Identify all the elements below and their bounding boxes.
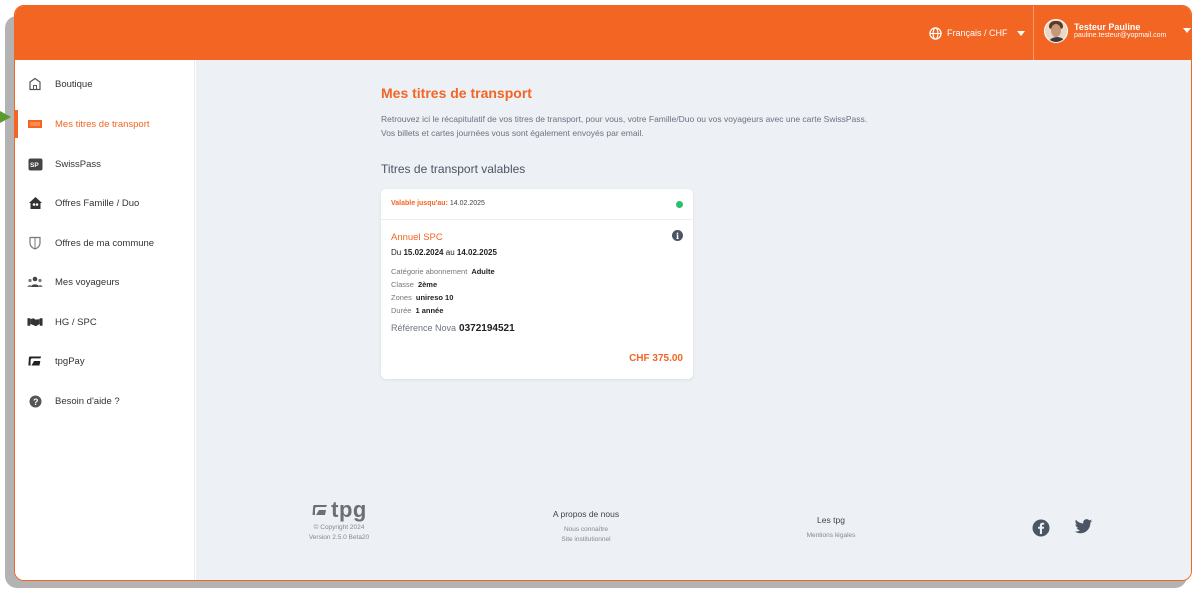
top-header: Français / CHF Testeur Pauline pauline.t… xyxy=(15,6,1191,60)
sidebar: Boutique Mes titres de transport SP Swis… xyxy=(15,60,195,580)
attribute-zones: Zones unireso 10 xyxy=(391,293,454,302)
footer-about: A propos de nous Nous connaître Site ins… xyxy=(526,509,646,545)
shop-icon xyxy=(27,76,43,92)
tpg-logo: tpg xyxy=(304,497,374,523)
status-indicator xyxy=(676,201,683,208)
main-content: Mes titres de transport Retrouvez ici le… xyxy=(196,60,1191,580)
section-title: Titres de transport valables xyxy=(381,162,526,176)
reference: Référence Nova 0372194521 xyxy=(391,323,515,334)
date-to: 14.02.2025 xyxy=(456,248,497,257)
sidebar-item-label: Boutique xyxy=(55,78,93,90)
family-icon xyxy=(27,195,43,211)
card-header: Valable jusqu'au: 14.02.2025 xyxy=(381,189,693,220)
help-icon: ? xyxy=(27,393,43,409)
facebook-icon[interactable] xyxy=(1032,519,1050,537)
sidebar-item-aide[interactable]: ? Besoin d'aide ? xyxy=(15,387,195,415)
footer-link[interactable]: Nous connaître xyxy=(526,525,646,535)
validity: Valable jusqu'au: 14.02.2025 xyxy=(391,200,485,207)
info-icon[interactable]: i xyxy=(672,230,683,241)
user-email: pauline.testeur@yopmail.com xyxy=(1074,32,1167,40)
attribute-duration: Durée 1 année xyxy=(391,306,444,315)
user-menu-chevron-down-icon[interactable] xyxy=(1183,28,1191,33)
travelers-icon xyxy=(27,274,43,290)
footer-link[interactable]: Site institutionnel xyxy=(526,535,646,545)
sidebar-item-commune[interactable]: Offres de ma commune xyxy=(15,229,195,257)
sidebar-item-hg-spc[interactable]: HG / SPC xyxy=(15,308,195,336)
sidebar-item-label: Mes voyageurs xyxy=(55,276,120,288)
shield-icon xyxy=(27,235,43,251)
swisspass-icon: SP xyxy=(27,156,43,172)
sidebar-item-label: Mes titres de transport xyxy=(55,118,150,130)
copyright: © Copyright 2024 xyxy=(313,524,365,531)
validity-period: Du 15.02.2024 au 14.02.2025 xyxy=(391,248,497,257)
avatar xyxy=(1044,19,1068,43)
sidebar-item-boutique[interactable]: Boutique xyxy=(15,70,195,98)
footer-brand: tpg © Copyright 2024 Version 2.5.0 Beta2… xyxy=(304,497,374,543)
sidebar-item-famille-duo[interactable]: Offres Famille / Duo xyxy=(15,189,195,217)
reference-value: 0372194521 xyxy=(459,323,515,334)
handshake-icon xyxy=(27,314,43,330)
sidebar-item-label: Besoin d'aide ? xyxy=(55,395,120,407)
user-name: Testeur Pauline xyxy=(1074,21,1141,32)
product-name: Annuel SPC xyxy=(391,232,443,243)
validity-label: Valable jusqu'au: xyxy=(391,200,448,207)
language-label: Français / CHF xyxy=(947,28,1008,38)
sidebar-item-tpgpay[interactable]: tpgPay xyxy=(15,347,195,375)
footer-link[interactable]: Mentions légales xyxy=(776,531,886,541)
tpg-logo-icon xyxy=(312,505,328,515)
attribute-class: Classe 2ème xyxy=(391,280,438,289)
page-title: Mes titres de transport xyxy=(381,85,532,101)
ticket-card[interactable]: Valable jusqu'au: 14.02.2025 Annuel SPC … xyxy=(381,189,693,379)
chevron-down-icon xyxy=(1016,30,1025,36)
page-description: Retrouvez ici le récapitulatif de vos ti… xyxy=(381,114,868,138)
sidebar-item-mes-titres[interactable]: Mes titres de transport xyxy=(15,110,195,138)
sidebar-item-swisspass[interactable]: SP SwissPass xyxy=(15,150,195,178)
sidebar-item-label: Offres de ma commune xyxy=(55,237,155,249)
svg-text:SP: SP xyxy=(30,162,39,169)
language-selector[interactable]: Français / CHF xyxy=(929,25,1025,41)
validity-date: 14.02.2025 xyxy=(449,200,485,207)
svg-text:?: ? xyxy=(33,397,39,407)
attribute-category: Catégorie abonnement Adulte xyxy=(391,267,495,276)
sidebar-item-voyageurs[interactable]: Mes voyageurs xyxy=(15,268,195,296)
header-divider xyxy=(1033,6,1034,60)
tpgpay-icon xyxy=(27,353,43,369)
sidebar-item-label: SwissPass xyxy=(55,158,101,170)
user-menu[interactable]: Testeur Pauline pauline.testeur@yopmail.… xyxy=(1044,19,1166,43)
sidebar-item-label: tpgPay xyxy=(55,355,85,367)
annotation-arrow-icon xyxy=(0,111,11,123)
app-window: Français / CHF Testeur Pauline pauline.t… xyxy=(14,5,1192,581)
globe-icon xyxy=(929,26,942,40)
twitter-icon[interactable] xyxy=(1074,519,1093,537)
version: Version 2.5.0 Beta20 xyxy=(308,534,370,541)
sidebar-item-label: HG / SPC xyxy=(55,316,97,328)
footer-tpg: Les tpg Mentions légales xyxy=(776,515,886,541)
price: CHF 375.00 xyxy=(629,353,683,364)
ticket-icon xyxy=(27,116,43,132)
sidebar-item-label: Offres Famille / Duo xyxy=(55,197,140,209)
date-from: 15.02.2024 xyxy=(403,248,444,257)
